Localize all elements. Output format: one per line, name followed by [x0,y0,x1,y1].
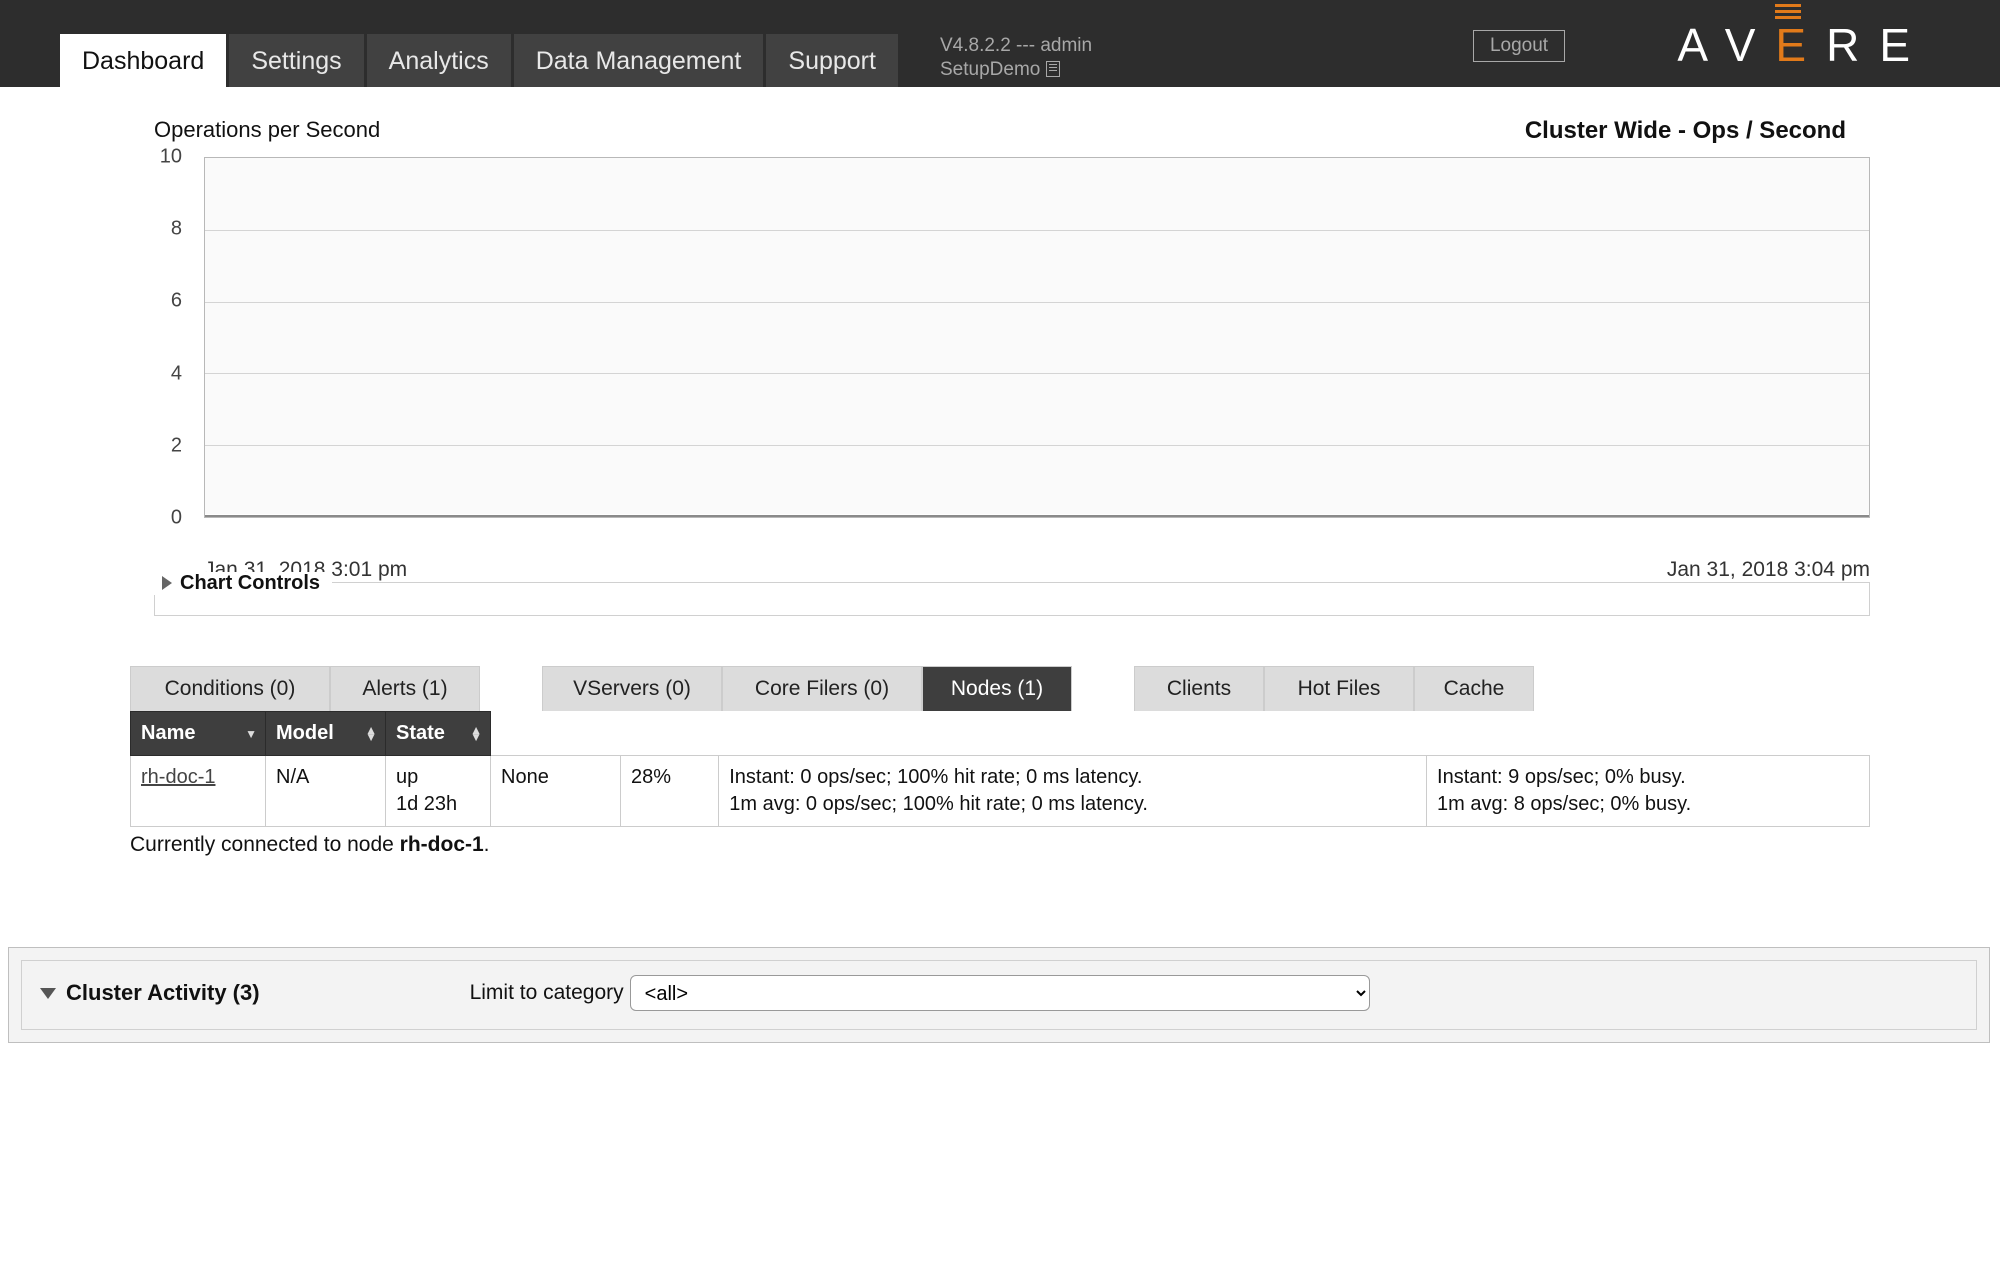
brand-logo: AVERE [1677,18,1930,72]
tab-data-management[interactable]: Data Management [514,34,764,87]
chevron-right-icon [162,576,172,590]
chart-y-axis: 0246810 [148,157,192,518]
chart-y-tick: 6 [171,290,182,313]
sort-desc-icon [245,727,257,741]
logo-a: A [1677,19,1724,71]
cluster-activity-header: Cluster Activity (3) Limit to category <… [40,975,1966,1011]
sort-icon [365,727,377,741]
logo-e-bars-icon [1775,4,1801,22]
node-state: up1d 23h [386,756,491,827]
node-cpu: 28% [621,756,719,827]
logo-e: E [1775,18,1826,72]
chart-x-right: Jan 31, 2018 3:04 pm [1667,558,1870,582]
nodes-table: NameModelState rh-doc-1 N/A up1d 23h Non… [130,711,1870,827]
tab-dashboard[interactable]: Dashboard [60,34,226,87]
status-tab-mid-2[interactable]: Nodes (1) [922,666,1072,711]
chevron-down-icon[interactable] [40,988,56,999]
chart-title-left: Operations per Second [154,117,380,145]
status-tabs-wrap: Conditions (0)Alerts (1) VServers (0)Core… [130,666,1870,857]
status-tab-left-0[interactable]: Conditions (0) [130,666,330,711]
logo-e2: E [1879,19,1930,71]
status-tab-right-2[interactable]: Cache [1414,666,1534,711]
chart-plot[interactable] [204,157,1870,518]
node-name-link[interactable]: rh-doc-1 [141,766,215,788]
nodes-table-header: NameModelState [131,712,1870,756]
node-model: N/A [266,756,386,827]
status-tabs: Conditions (0)Alerts (1) VServers (0)Core… [130,666,1870,711]
chart-controls-toggle[interactable]: Chart Controls [154,572,332,595]
chart-y-tick: 0 [171,507,182,530]
chart-area: 0246810 Jan 31, 2018 3:01 pm Jan 31, 201… [154,157,1870,562]
main-tabs: Dashboard Settings Analytics Data Manage… [60,34,901,87]
status-tab-mid-1[interactable]: Core Filers (0) [722,666,922,711]
status-tab-right-1[interactable]: Hot Files [1264,666,1414,711]
setup-line: SetupDemo [940,58,1092,82]
top-bar: Logout AVERE V4.8.2.2 --- admin SetupDem… [0,0,2000,87]
chart-gridline [205,230,1869,231]
chart-header: Operations per Second Cluster Wide - Ops… [154,117,1846,145]
node-client-ips: None [491,756,621,827]
chart-baseline [205,514,1869,517]
chart-gridline [205,373,1869,374]
chart-gridline [205,445,1869,446]
nodes-col-1[interactable]: Model [266,712,386,756]
sort-icon [470,727,482,741]
status-tab-left-1[interactable]: Alerts (1) [330,666,480,711]
version-line: V4.8.2.2 --- admin [940,34,1092,58]
content-area: Operations per Second Cluster Wide - Ops… [0,117,2000,1043]
logo-v: V [1725,19,1776,71]
logo-r: R [1826,19,1879,71]
nodes-col-2[interactable]: State [386,712,491,756]
cluster-activity-title: Cluster Activity (3) [66,980,260,1006]
table-row: rh-doc-1 N/A up1d 23h None 28% Instant: … [131,756,1870,827]
chart-y-tick: 8 [171,218,182,241]
cluster-activity-panel: Cluster Activity (3) Limit to category <… [8,947,1990,1043]
tab-analytics[interactable]: Analytics [367,34,511,87]
chart-y-tick: 2 [171,434,182,457]
status-tab-mid-0[interactable]: VServers (0) [542,666,722,711]
tab-support[interactable]: Support [766,34,898,87]
connected-node-note: Currently connected to node rh-doc-1. [130,833,1870,857]
limit-category-select[interactable]: <all> [630,975,1370,1011]
tab-settings[interactable]: Settings [229,34,363,87]
sys-info: V4.8.2.2 --- admin SetupDemo [940,34,1092,82]
limit-category-label: Limit to category [470,981,624,1005]
node-drive-performance: Instant: 9 ops/sec; 0% busy.1m avg: 8 op… [1427,756,1870,827]
chart-controls: Chart Controls [154,582,1870,616]
nodes-col-0[interactable]: Name [131,712,266,756]
node-performance: Instant: 0 ops/sec; 100% hit rate; 0 ms … [719,756,1427,827]
chart-gridline [205,302,1869,303]
logout-button[interactable]: Logout [1473,30,1565,62]
chart-title-right: Cluster Wide - Ops / Second [1525,117,1846,145]
chart-y-tick: 10 [160,146,182,169]
chart-controls-body [154,582,1870,616]
document-icon[interactable] [1046,61,1060,77]
chart-y-tick: 4 [171,362,182,385]
status-tab-right-0[interactable]: Clients [1134,666,1264,711]
